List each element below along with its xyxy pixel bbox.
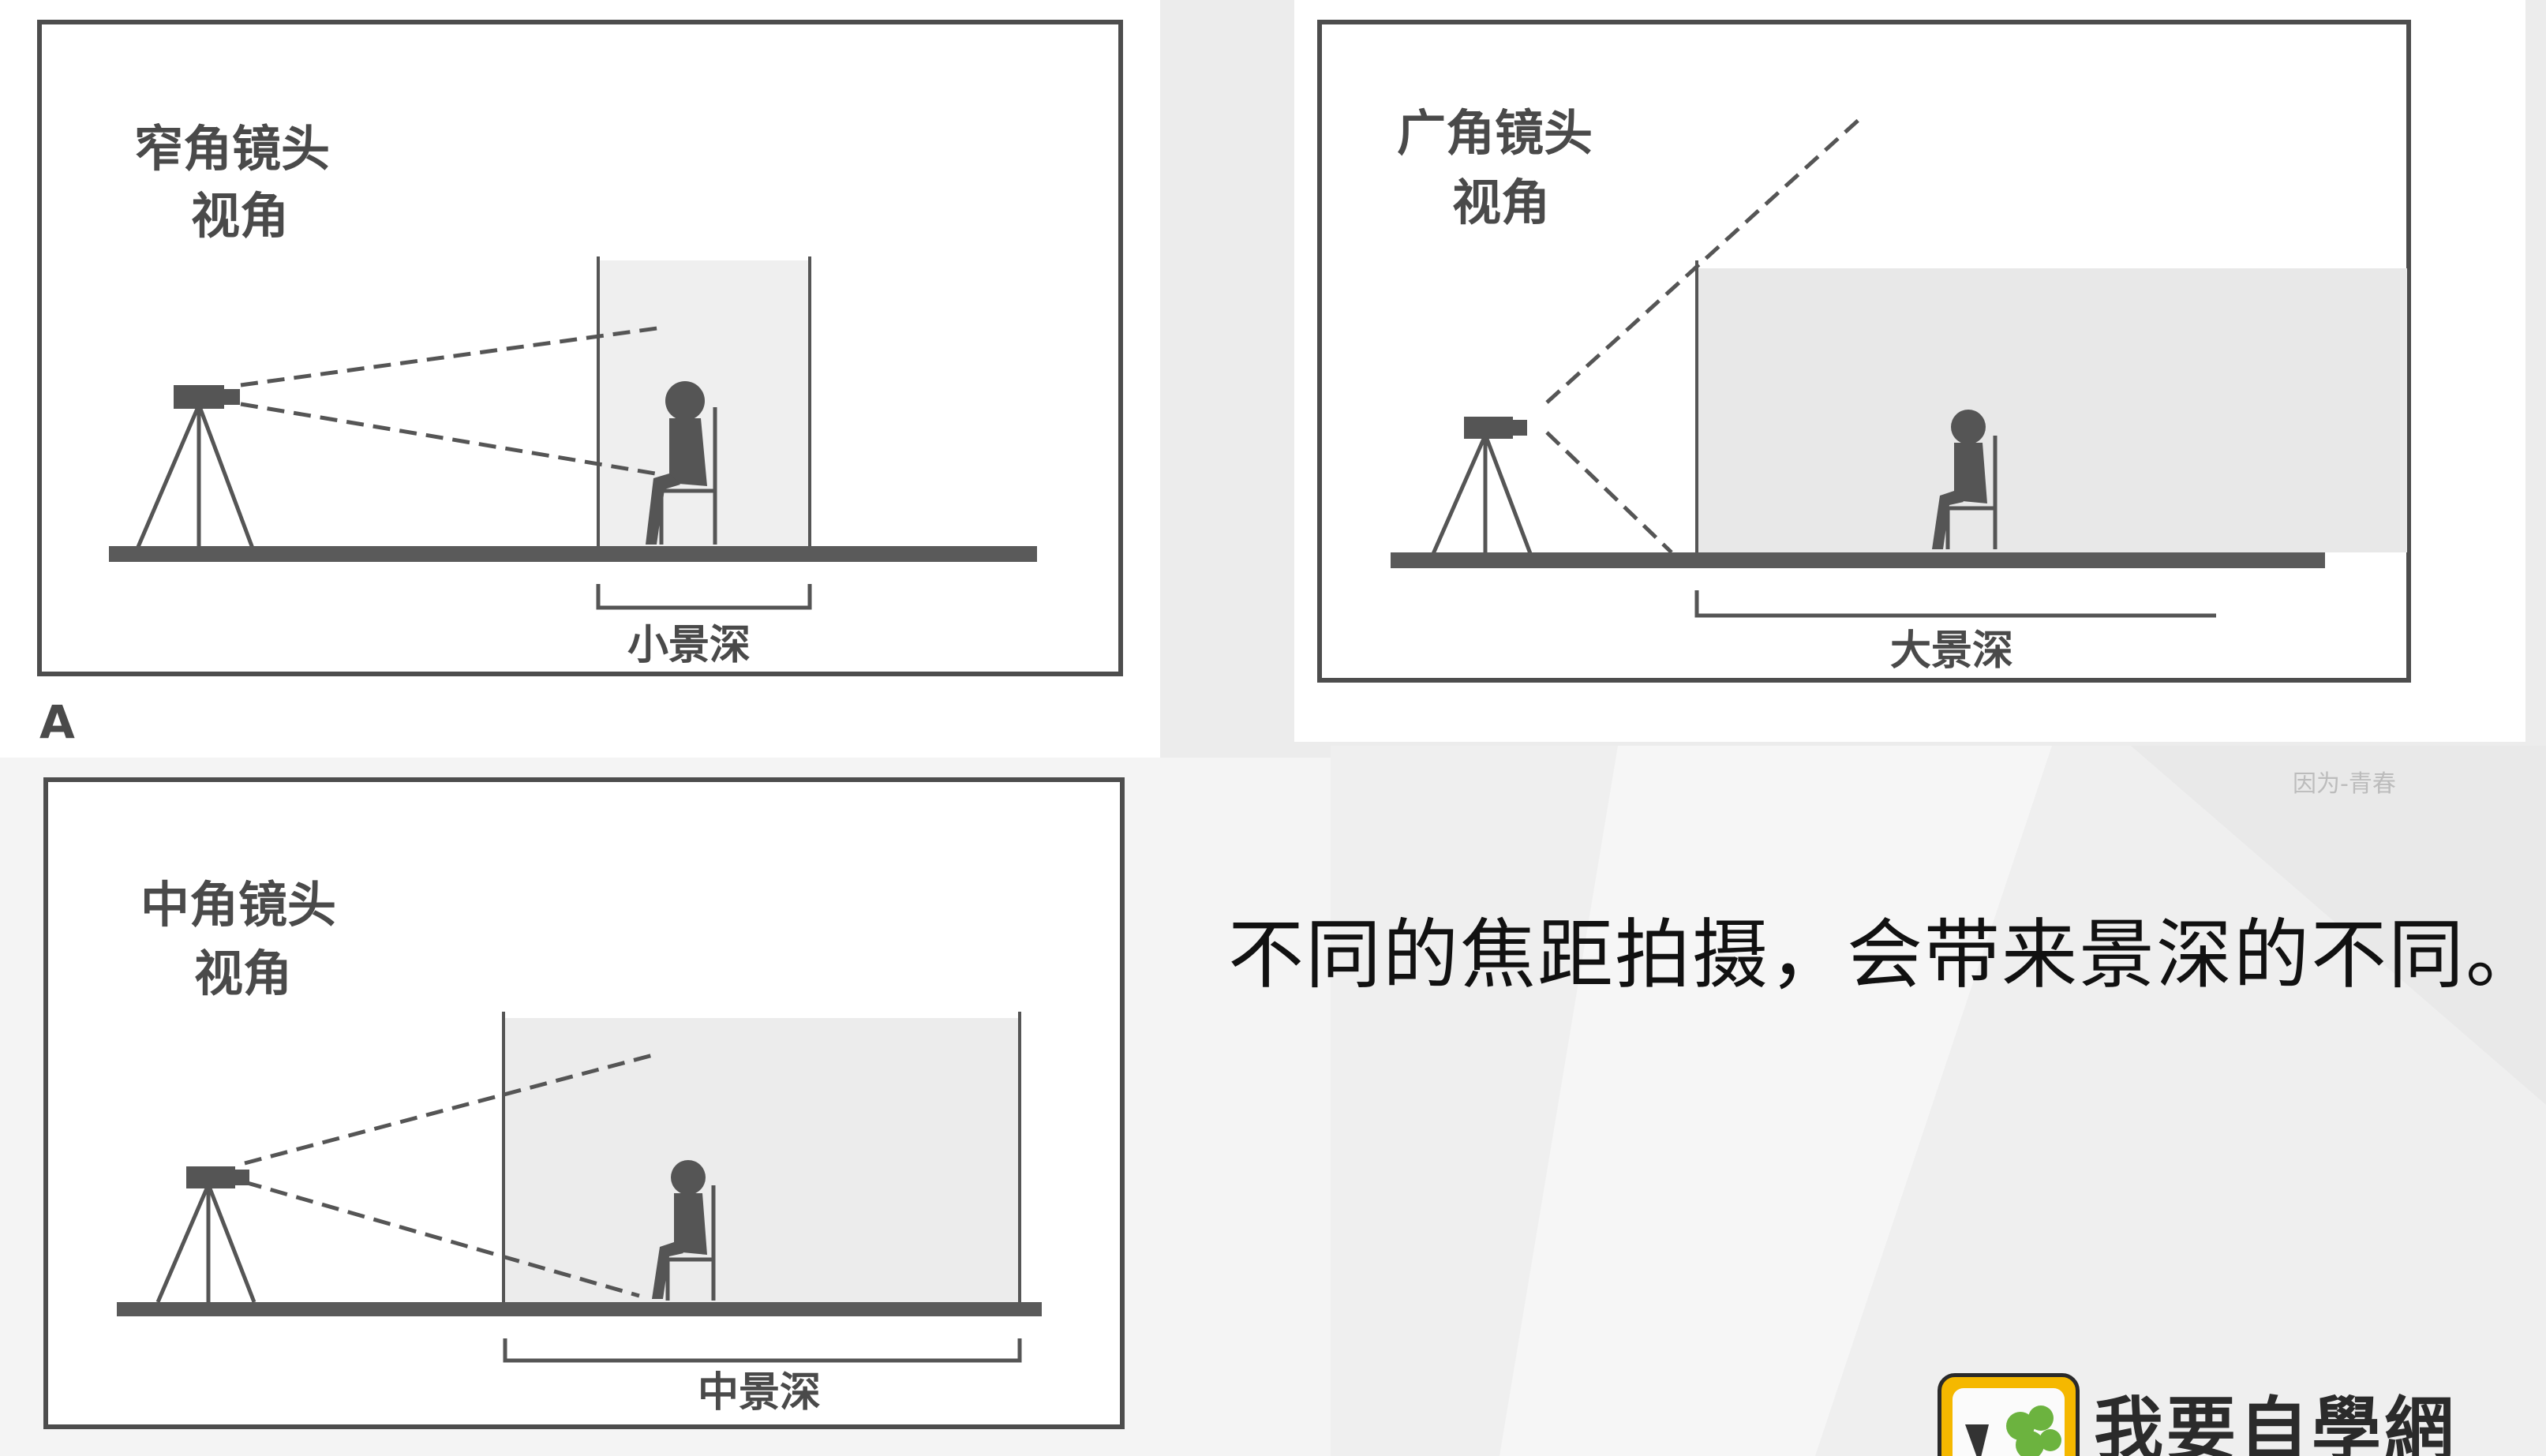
medium-angle-diagram: 中角镜头 视角 中景深 — [43, 777, 1125, 1429]
logo-text: 我要自學網 — [2094, 1389, 2458, 1456]
medium-depth-label: 中景深 — [698, 1369, 821, 1417]
medium-title-line2: 视角 — [194, 945, 292, 1002]
watermark-text: 因为-青春 — [2293, 770, 2396, 798]
logo-badge-icon — [1938, 1373, 2080, 1456]
site-logo: 我要自學網 — [1938, 1369, 2546, 1456]
medium-depth-zone — [504, 1018, 1020, 1304]
medium-ground — [117, 1302, 1042, 1316]
caption-text: 不同的焦距拍摄，会带来景深的不同。 — [1228, 911, 2543, 999]
medium-title-line1: 中角镜头 — [140, 876, 336, 934]
